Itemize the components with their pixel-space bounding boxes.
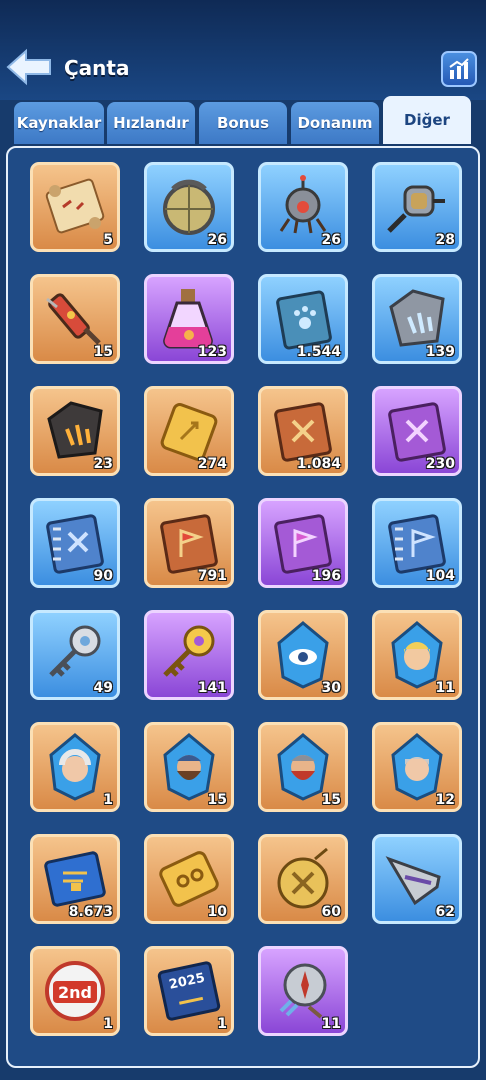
item-slot-orange-sword-book[interactable]: 1.084 bbox=[258, 386, 348, 476]
item-count: 791 bbox=[197, 568, 227, 584]
item-count: 230 bbox=[425, 456, 455, 472]
item-count: 139 bbox=[425, 344, 455, 360]
item-slot-paw-book[interactable]: 1.544 bbox=[258, 274, 348, 364]
item-slot-hero-crystal-bearded[interactable]: 15 bbox=[144, 722, 234, 812]
item-slot-golden-ticket[interactable]: 274 bbox=[144, 386, 234, 476]
item-count: 26 bbox=[207, 232, 227, 248]
item-slot-blue-crystal-stone[interactable]: 139 bbox=[372, 274, 462, 364]
item-slot-treasure-map[interactable]: 5 bbox=[30, 162, 120, 252]
item-count: 123 bbox=[197, 344, 227, 360]
item-slot-blue-skill-book[interactable]: 8.673 bbox=[30, 834, 120, 924]
bar-chart-icon bbox=[449, 58, 469, 79]
item-slot-blue-spiral-sword-book[interactable]: 90 bbox=[30, 498, 120, 588]
item-count: 49 bbox=[93, 680, 113, 696]
item-count: 1 bbox=[103, 792, 113, 808]
item-count: 141 bbox=[197, 680, 227, 696]
item-count: 62 bbox=[435, 904, 455, 920]
item-count: 1.544 bbox=[296, 344, 341, 360]
item-count: 23 bbox=[93, 456, 113, 472]
back-arrow-icon bbox=[6, 48, 51, 86]
stats-button[interactable] bbox=[441, 51, 477, 87]
item-count: 12 bbox=[435, 792, 455, 808]
item-count: 15 bbox=[321, 792, 341, 808]
item-slot-hero-crystal-knight[interactable]: 12 bbox=[372, 722, 462, 812]
tab-speedups[interactable]: Hızlandır bbox=[107, 102, 195, 144]
item-slot-hero-crystal-elder[interactable]: 1 bbox=[30, 722, 120, 812]
item-slot-silver-key[interactable]: 49 bbox=[30, 610, 120, 700]
item-count: 104 bbox=[425, 568, 455, 584]
item-slot-potion-flask[interactable]: 123 bbox=[144, 274, 234, 364]
item-count: 1.084 bbox=[296, 456, 341, 472]
item-slot-compass-pocket[interactable]: 11 bbox=[258, 946, 348, 1036]
item-count: 10 bbox=[207, 904, 227, 920]
item-count: 1 bbox=[217, 1016, 227, 1032]
second-place-text: 2nd bbox=[58, 983, 92, 1002]
tab-bar: Kaynaklar Hızlandır Bonus Donanım Diğer bbox=[0, 96, 486, 148]
item-slot-purple-flag-book[interactable]: 196 bbox=[258, 498, 348, 588]
back-button[interactable] bbox=[6, 48, 52, 86]
item-slot-second-place-badge[interactable]: 2nd 1 bbox=[30, 946, 120, 1036]
item-count: 274 bbox=[197, 456, 227, 472]
item-slot-orange-flag-book[interactable]: 791 bbox=[144, 498, 234, 588]
item-count: 15 bbox=[207, 792, 227, 808]
item-count: 1 bbox=[103, 1016, 113, 1032]
item-slot-purple-sword-book[interactable]: 230 bbox=[372, 386, 462, 476]
item-count: 8.673 bbox=[68, 904, 113, 920]
item-count: 11 bbox=[435, 680, 455, 696]
tab-equipment[interactable]: Donanım bbox=[291, 102, 379, 144]
item-slot-metal-sphere[interactable]: 26 bbox=[144, 162, 234, 252]
item-slot-fire-crystal-stone[interactable]: 23 bbox=[30, 386, 120, 476]
item-slot-golden-coupon[interactable]: 10 bbox=[144, 834, 234, 924]
item-slot-fishing-reel[interactable]: 28 bbox=[372, 162, 462, 252]
item-count: 90 bbox=[93, 568, 113, 584]
page-title: Çanta bbox=[64, 56, 130, 80]
item-count: 5 bbox=[103, 232, 113, 248]
item-count: 15 bbox=[93, 344, 113, 360]
item-count: 28 bbox=[435, 232, 455, 248]
inventory-panel: 5 26 26 28 15 123 1.544 139 23 274 1.084… bbox=[6, 146, 480, 1068]
item-slot-calendar-book-2025[interactable]: 2025 1 bbox=[144, 946, 234, 1036]
item-slot-arrow-head[interactable]: 62 bbox=[372, 834, 462, 924]
tab-other[interactable]: Diğer bbox=[383, 96, 471, 144]
item-slot-hero-crystal-redbeard[interactable]: 15 bbox=[258, 722, 348, 812]
item-slot-syringe[interactable]: 15 bbox=[30, 274, 120, 364]
item-slot-gold-medal[interactable]: 60 bbox=[258, 834, 348, 924]
item-slot-hero-crystal-blonde[interactable]: 11 bbox=[372, 610, 462, 700]
item-count: 30 bbox=[321, 680, 341, 696]
tab-resources[interactable]: Kaynaklar bbox=[14, 102, 104, 144]
item-count: 196 bbox=[311, 568, 341, 584]
item-count: 11 bbox=[321, 1016, 341, 1032]
item-count: 60 bbox=[321, 904, 341, 920]
item-slot-robot-drone[interactable]: 26 bbox=[258, 162, 348, 252]
tab-bonus[interactable]: Bonus bbox=[199, 102, 287, 144]
item-slot-blue-spiral-flag-book[interactable]: 104 bbox=[372, 498, 462, 588]
item-slot-eye-crystal[interactable]: 30 bbox=[258, 610, 348, 700]
top-bar bbox=[0, 0, 486, 100]
item-slot-gold-key[interactable]: 141 bbox=[144, 610, 234, 700]
item-count: 26 bbox=[321, 232, 341, 248]
